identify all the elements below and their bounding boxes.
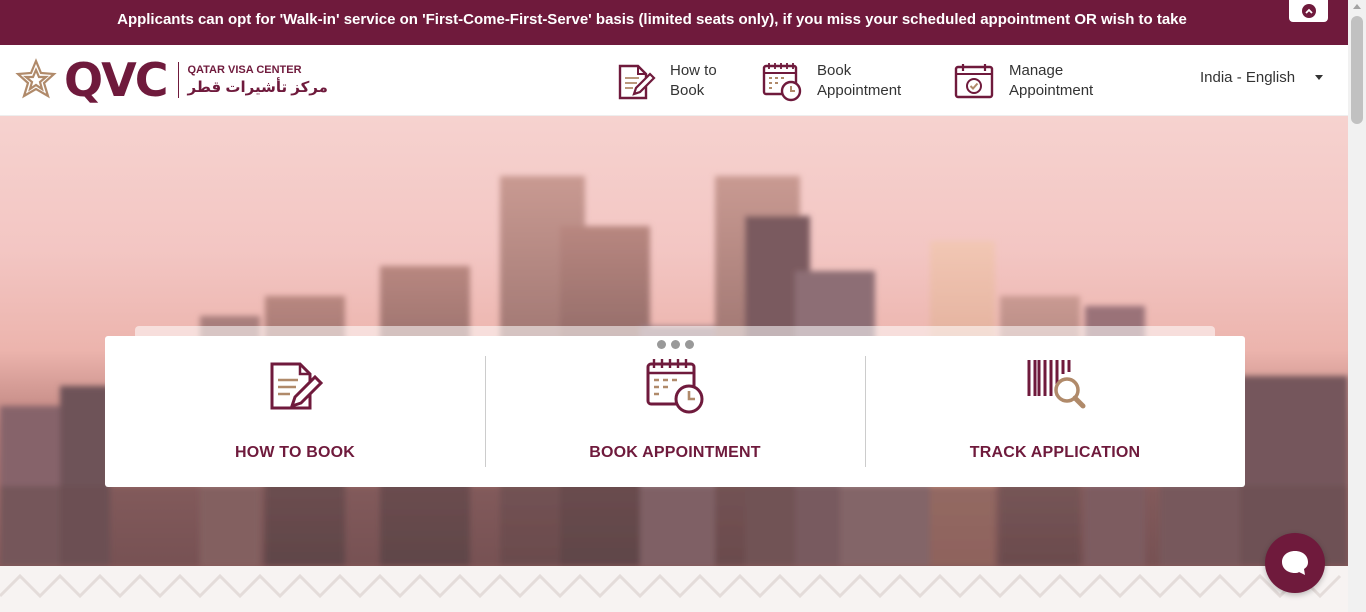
nav-label: Manage Appointment	[1009, 62, 1094, 99]
announcement-bar: Applicants can opt for 'Walk-in' service…	[0, 0, 1348, 45]
decorative-pattern-band	[0, 566, 1348, 612]
nav-book-appointment[interactable]: Book Appointment	[761, 59, 927, 103]
language-label: India - English	[1200, 69, 1296, 86]
card-track-application[interactable]: TRACK APPLICATION	[865, 336, 1245, 487]
logo-divider	[178, 62, 180, 98]
qvc-logo[interactable]: QVC QATAR VISA CENTER مركز تأشيرات قطر	[14, 55, 328, 105]
chat-bubble-icon	[1282, 551, 1308, 575]
card-label: BOOK APPOINTMENT	[589, 444, 761, 461]
nav-manage-appointment[interactable]: Manage Appointment	[953, 59, 1119, 103]
document-edit-icon	[618, 64, 656, 100]
scrollbar-thumb[interactable]	[1351, 16, 1363, 124]
card-label: TRACK APPLICATION	[969, 444, 1141, 461]
page-scrollbar[interactable]	[1348, 0, 1366, 612]
logo-wordmark: QVC	[64, 53, 168, 107]
site-header: QVC QATAR VISA CENTER مركز تأشيرات قطر H…	[0, 45, 1348, 116]
calendar-check-icon	[954, 64, 994, 99]
quick-actions-panel: HOW TO BOOK BOOK APPOINTMENT TRACK APPLI…	[105, 336, 1245, 487]
chat-launcher-button[interactable]	[1265, 533, 1325, 593]
logo-text: QATAR VISA CENTER مركز تأشيرات قطر	[187, 64, 327, 96]
calendar-clock-icon	[646, 359, 704, 414]
card-book-appointment[interactable]: BOOK APPOINTMENT	[485, 336, 865, 487]
caret-down-icon	[1315, 75, 1324, 80]
logo-english-name: QATAR VISA CENTER	[187, 64, 302, 76]
chevron-up-icon	[1301, 4, 1316, 18]
document-edit-icon	[270, 362, 324, 410]
barcode-search-icon	[1027, 360, 1086, 409]
calendar-clock-icon	[762, 63, 802, 102]
star-emblem-icon	[15, 58, 57, 99]
card-label: HOW TO BOOK	[234, 444, 356, 461]
loading-dots	[657, 340, 694, 349]
announcement-text: Applicants can opt for 'Walk-in' service…	[117, 11, 1187, 28]
announcement-collapse-button[interactable]	[1289, 0, 1328, 22]
logo-arabic-name: مركز تأشيرات قطر	[187, 79, 328, 96]
nav-label: Book Appointment	[817, 62, 902, 99]
card-how-to-book[interactable]: HOW TO BOOK	[105, 336, 485, 487]
nav-how-to-book[interactable]: How to Book	[614, 59, 780, 103]
scroll-up-arrow-icon[interactable]	[1353, 4, 1361, 9]
language-selector[interactable]: India - English	[1200, 69, 1324, 86]
